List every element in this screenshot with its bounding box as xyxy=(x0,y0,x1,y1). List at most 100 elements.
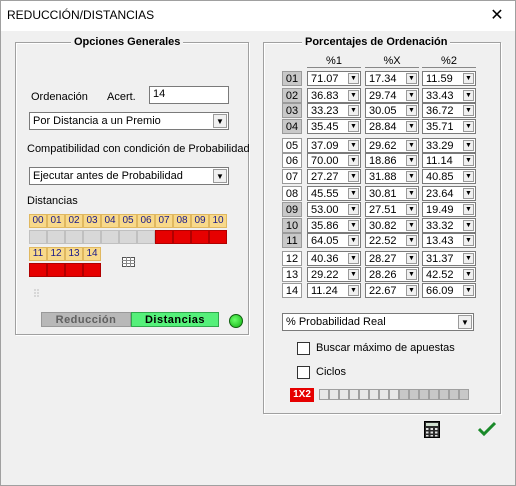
compat-select[interactable]: Ejecutar antes de Probabilidad ▼ xyxy=(29,167,229,185)
distancia-toggle-11[interactable] xyxy=(29,263,47,277)
pct-select-13-1[interactable]: 29.22 ▼ xyxy=(307,267,361,282)
pct-select-01-2[interactable]: 11.59 ▼ xyxy=(422,71,476,86)
tab-distancias[interactable]: Distancias xyxy=(131,312,219,327)
pct-select-13-2[interactable]: 42.52 ▼ xyxy=(422,267,476,282)
distancia-toggle-06[interactable] xyxy=(137,230,155,244)
distancia-toggle-01[interactable] xyxy=(47,230,65,244)
pct-select-11-2[interactable]: 13.43 ▼ xyxy=(422,233,476,248)
pct-select-14-2[interactable]: 66.09 ▼ xyxy=(422,283,476,298)
pct-value: 29.62 xyxy=(369,140,397,152)
distancia-toggle-03[interactable] xyxy=(83,230,101,244)
acert-input[interactable]: 14 xyxy=(149,86,229,104)
probabilidad-select[interactable]: % Probabilidad Real ▼ xyxy=(282,313,474,331)
pct-select-02-x[interactable]: 29.74 ▼ xyxy=(365,88,419,103)
distancia-label-02[interactable]: 02 xyxy=(65,214,83,228)
grid-icon[interactable] xyxy=(122,257,135,267)
pct-select-13-x[interactable]: 28.26 ▼ xyxy=(365,267,419,282)
distancia-label-07[interactable]: 07 xyxy=(155,214,173,228)
row-number-02: 02 xyxy=(282,88,302,103)
distancia-label-00[interactable]: 00 xyxy=(29,214,47,228)
close-button[interactable]: ✕ xyxy=(485,5,509,27)
pct-select-14-x[interactable]: 22.67 ▼ xyxy=(365,283,419,298)
pct-select-09-x[interactable]: 27.51 ▼ xyxy=(365,202,419,217)
pct-select-12-1[interactable]: 40.36 ▼ xyxy=(307,251,361,266)
pct-select-09-2[interactable]: 19.49 ▼ xyxy=(422,202,476,217)
pct-select-03-x[interactable]: 30.05 ▼ xyxy=(365,103,419,118)
distancia-label-10[interactable]: 10 xyxy=(209,214,227,228)
pct-select-10-2[interactable]: 33.32 ▼ xyxy=(422,218,476,233)
pct-select-04-x[interactable]: 28.84 ▼ xyxy=(365,119,419,134)
pct-select-07-x[interactable]: 31.88 ▼ xyxy=(365,169,419,184)
calculator-icon[interactable] xyxy=(424,421,440,438)
chevron-down-icon: ▼ xyxy=(348,90,359,101)
distancia-label-06[interactable]: 06 xyxy=(137,214,155,228)
pct-select-01-x[interactable]: 17.34 ▼ xyxy=(365,71,419,86)
pct-select-09-1[interactable]: 53.00 ▼ xyxy=(307,202,361,217)
distancia-toggle-04[interactable] xyxy=(101,230,119,244)
distancia-toggle-13[interactable] xyxy=(65,263,83,277)
progress-segment xyxy=(399,389,409,400)
pct-select-05-x[interactable]: 29.62 ▼ xyxy=(365,138,419,153)
row-number-01: 01 xyxy=(282,71,302,86)
pct-select-08-1[interactable]: 45.55 ▼ xyxy=(307,186,361,201)
progress-segment xyxy=(459,389,469,400)
pct-select-05-1[interactable]: 37.09 ▼ xyxy=(307,138,361,153)
pct-select-08-2[interactable]: 23.64 ▼ xyxy=(422,186,476,201)
row-number-14: 14 xyxy=(282,283,302,298)
pct-select-04-2[interactable]: 35.71 ▼ xyxy=(422,119,476,134)
pct-select-03-2[interactable]: 36.72 ▼ xyxy=(422,103,476,118)
chevron-down-icon: ▼ xyxy=(463,121,474,132)
pct-select-11-x[interactable]: 22.52 ▼ xyxy=(365,233,419,248)
distancia-toggle-12[interactable] xyxy=(47,263,65,277)
distancia-label-09[interactable]: 09 xyxy=(191,214,209,228)
distancia-toggle-00[interactable] xyxy=(29,230,47,244)
pct-select-11-1[interactable]: 64.05 ▼ xyxy=(307,233,361,248)
pct-select-01-1[interactable]: 71.07 ▼ xyxy=(307,71,361,86)
chevron-down-icon: ▼ xyxy=(406,235,417,246)
pct-select-05-2[interactable]: 33.29 ▼ xyxy=(422,138,476,153)
distancia-label-08[interactable]: 08 xyxy=(173,214,191,228)
pct-select-06-1[interactable]: 70.00 ▼ xyxy=(307,153,361,168)
ciclos-checkbox[interactable] xyxy=(297,366,310,379)
distancia-toggle-14[interactable] xyxy=(83,263,101,277)
progress-bar xyxy=(319,389,469,400)
pct-select-10-1[interactable]: 35.86 ▼ xyxy=(307,218,361,233)
pct-select-14-1[interactable]: 11.24 ▼ xyxy=(307,283,361,298)
chevron-down-icon: ▼ xyxy=(406,90,417,101)
distancia-toggle-02[interactable] xyxy=(65,230,83,244)
distancia-label-13[interactable]: 13 xyxy=(65,247,83,261)
pct-value: 22.52 xyxy=(369,235,397,247)
ordenacion-select[interactable]: Por Distancia a un Premio ▼ xyxy=(29,112,229,130)
distancia-label-04[interactable]: 04 xyxy=(101,214,119,228)
pct-select-10-x[interactable]: 30.82 ▼ xyxy=(365,218,419,233)
distancia-label-01[interactable]: 01 xyxy=(47,214,65,228)
pct-select-04-1[interactable]: 35.45 ▼ xyxy=(307,119,361,134)
pct-select-06-2[interactable]: 11.14 ▼ xyxy=(422,153,476,168)
distancia-label-11[interactable]: 11 xyxy=(29,247,47,261)
checkmark-icon[interactable] xyxy=(478,421,496,437)
distancia-toggle-08[interactable] xyxy=(173,230,191,244)
progress-segment xyxy=(389,389,399,400)
chevron-down-icon: ▼ xyxy=(463,188,474,199)
distancia-label-05[interactable]: 05 xyxy=(119,214,137,228)
distancia-toggle-10[interactable] xyxy=(209,230,227,244)
distancia-label-03[interactable]: 03 xyxy=(83,214,101,228)
pct-select-12-2[interactable]: 31.37 ▼ xyxy=(422,251,476,266)
pct-select-02-2[interactable]: 33.43 ▼ xyxy=(422,88,476,103)
pct-select-02-1[interactable]: 36.83 ▼ xyxy=(307,88,361,103)
pct-select-12-x[interactable]: 28.27 ▼ xyxy=(365,251,419,266)
distancia-toggle-07[interactable] xyxy=(155,230,173,244)
pct-select-03-1[interactable]: 33.23 ▼ xyxy=(307,103,361,118)
distancia-label-12[interactable]: 12 xyxy=(47,247,65,261)
tab-reduccion[interactable]: Reducción xyxy=(41,312,131,327)
pct-select-08-x[interactable]: 30.81 ▼ xyxy=(365,186,419,201)
ordenacion-select-value: Por Distancia a un Premio xyxy=(33,115,161,127)
pct-select-07-2[interactable]: 40.85 ▼ xyxy=(422,169,476,184)
distancia-toggle-05[interactable] xyxy=(119,230,137,244)
buscar-maximo-checkbox[interactable] xyxy=(297,342,310,355)
pct-value: 29.74 xyxy=(369,90,397,102)
distancia-label-14[interactable]: 14 xyxy=(83,247,101,261)
pct-select-07-1[interactable]: 27.27 ▼ xyxy=(307,169,361,184)
pct-select-06-x[interactable]: 18.86 ▼ xyxy=(365,153,419,168)
distancia-toggle-09[interactable] xyxy=(191,230,209,244)
